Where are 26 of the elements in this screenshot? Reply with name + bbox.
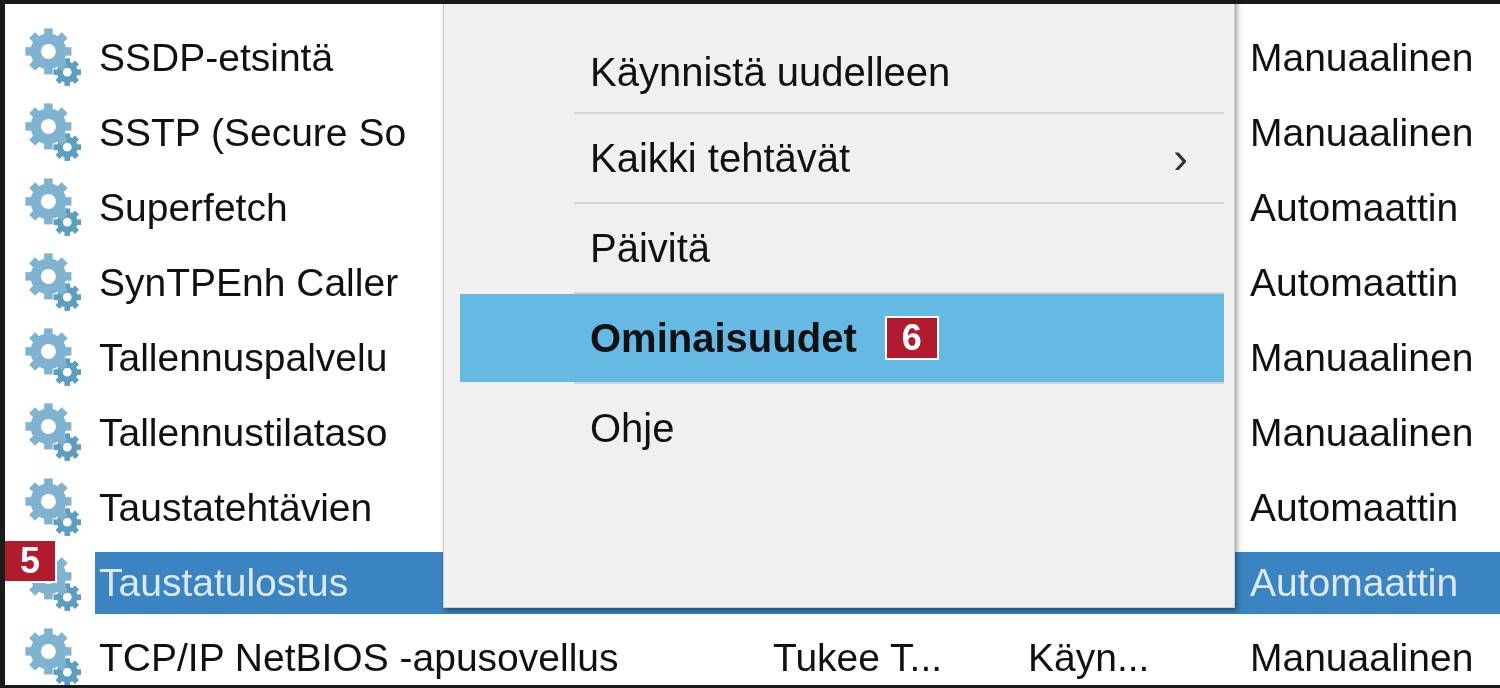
startup-type: Automaattin (1250, 185, 1460, 230)
menu-label: Ominaisuudet (590, 315, 857, 361)
menu-item[interactable]: Päivitä (460, 204, 1224, 292)
menu-label: Käynnistä uudelleen (590, 49, 951, 95)
submenu-arrow: › (1173, 133, 1188, 183)
startup-type: Automaattin (1250, 260, 1460, 305)
service-status: Käyn... (1028, 635, 1151, 680)
step-badge: 6 (884, 316, 939, 360)
menu-label: Ohje (590, 405, 675, 451)
service-name: Superfetch (99, 185, 288, 229)
menu-item[interactable]: Ohje (460, 384, 1224, 472)
service-row[interactable]: TCP/IP NetBIOS -apusovellus Tukee T... Käyn... Manuaalinen (95, 626, 1500, 685)
menu-item[interactable]: Kaikki tehtävät › (460, 114, 1224, 202)
service-description: Tukee T... (772, 635, 944, 680)
menu-item[interactable]: Käynnistä uudelleen (460, 32, 1224, 112)
startup-type: Manuaalinen (1250, 635, 1475, 680)
startup-type: Automaattin (1250, 560, 1460, 605)
startup-type: Automaattin (1250, 485, 1460, 530)
step-badge: 5 (5, 539, 57, 583)
service-name: SynTPEnh Caller (99, 260, 399, 304)
menu-item[interactable]: Ominaisuudet 6 (460, 294, 1224, 382)
service-name: Taustatulostus (99, 560, 349, 604)
service-name: TCP/IP NetBIOS -apusovellus (99, 635, 619, 679)
menu-label: Päivitä (590, 225, 711, 271)
menu-label: Kaikki tehtävät (590, 135, 851, 181)
service-name: Taustatehtävien (99, 485, 373, 529)
